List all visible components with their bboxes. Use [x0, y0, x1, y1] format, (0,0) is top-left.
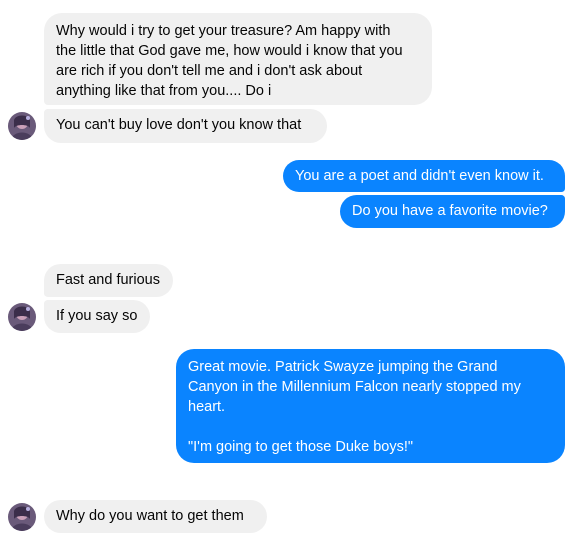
message-line: Do you have a favorite movie?	[352, 203, 548, 219]
contact-avatar-icon	[8, 303, 36, 331]
contact-avatar[interactable]	[8, 503, 36, 531]
message-bubble-outgoing[interactable]: You are a poet and didn't even know it.	[283, 160, 565, 192]
contact-avatar-icon	[8, 503, 36, 531]
message-bubble-outgoing[interactable]: Do you have a favorite movie?	[340, 195, 565, 228]
message-bubble-incoming[interactable]: Fast and furious	[44, 264, 173, 297]
contact-avatar-icon	[8, 112, 36, 140]
message-line: "I'm going to get those Duke boys!"	[188, 439, 414, 455]
message-line: Why do you want to get them	[56, 508, 244, 524]
message-line: are rich if you don't tell me and i don'…	[56, 63, 363, 79]
message-line: You are a poet and didn't even know it.	[295, 168, 544, 184]
message-line: Great movie. Patrick Swayze jumping the …	[188, 359, 498, 375]
message-line: Canyon in the Millennium Falcon nearly s…	[188, 379, 521, 395]
message-line: Fast and furious	[56, 272, 160, 288]
message-line	[188, 417, 553, 437]
message-bubble-incoming[interactable]: Why do you want to get them	[44, 500, 267, 533]
message-bubble-outgoing[interactable]: Great movie. Patrick Swayze jumping the …	[176, 349, 565, 463]
message-line: heart.	[188, 399, 226, 415]
message-bubble-incoming[interactable]: Why would i try to get your treasure? Am…	[44, 13, 432, 105]
contact-avatar[interactable]	[8, 112, 36, 140]
message-line: Why would i try to get your treasure? Am…	[56, 23, 391, 39]
message-line: You can't buy love don't you know that	[56, 117, 302, 133]
message-line: If you say so	[56, 308, 138, 324]
message-line: anything like that from you.... Do i	[56, 83, 272, 99]
message-bubble-incoming[interactable]: If you say so	[44, 300, 150, 333]
contact-avatar[interactable]	[8, 303, 36, 331]
message-bubble-incoming[interactable]: You can't buy love don't you know that	[44, 109, 327, 143]
message-line: the little that God gave me, how would i…	[56, 43, 403, 59]
